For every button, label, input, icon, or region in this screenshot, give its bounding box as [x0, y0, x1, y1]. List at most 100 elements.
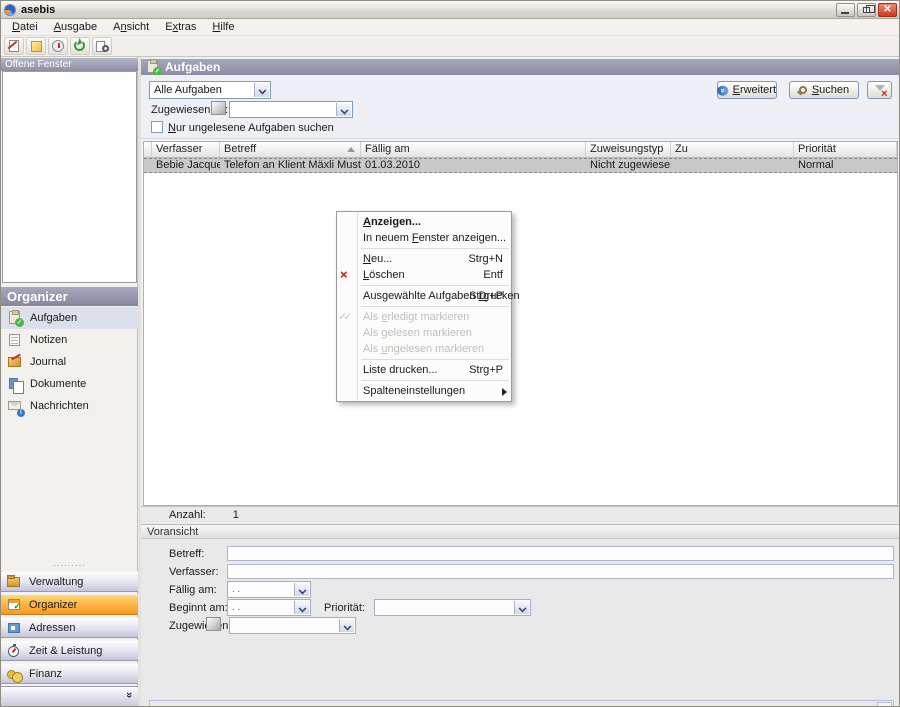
menu-anzeigen[interactable]: Anzeigen... — [337, 214, 511, 230]
faellig-am-combo[interactable]: . . — [227, 581, 311, 598]
sort-ascending-icon — [347, 147, 355, 152]
suchen-button[interactable]: Suchen — [789, 81, 859, 99]
tasks-icon: ✓ — [145, 59, 161, 75]
nav-label: Finanz — [29, 668, 62, 680]
address-card-icon — [6, 620, 22, 636]
menu-als-ungelesen: Als ungelesen markieren — [337, 341, 511, 357]
menu-datei[interactable]: Datei — [5, 20, 45, 34]
nav-zeit-leistung[interactable]: Zeit & Leistung — [1, 640, 138, 661]
minimize-icon — [841, 12, 849, 14]
menu-extras[interactable]: Extras — [158, 20, 203, 34]
submenu-arrow-icon — [502, 388, 507, 396]
menu-loeschen[interactable]: ×LöschenEntf — [337, 267, 511, 283]
calendar-icon — [6, 597, 22, 613]
sidebar: Offene Fenster Organizer ✓ Aufgaben Noti… — [1, 57, 138, 707]
sidebar-item-journal[interactable]: Journal — [1, 351, 138, 373]
assigned-to-combo[interactable] — [229, 101, 353, 118]
cell-zu — [671, 159, 794, 172]
configure-buttons-chevron-icon[interactable]: » — [123, 692, 135, 698]
new-task-button[interactable] — [4, 37, 24, 55]
zugewiesen-zu-combo[interactable] — [229, 617, 356, 634]
menu-ausgabe[interactable]: Ausgabe — [47, 20, 104, 34]
refresh-button[interactable] — [70, 37, 90, 55]
restore-button[interactable] — [857, 3, 876, 17]
menu-als-gelesen: Als gelesen markieren — [337, 325, 511, 341]
double-check-icon: ✓✓ — [338, 309, 348, 325]
betreff-field[interactable] — [227, 546, 894, 561]
faellig-am-label: Fällig am: — [169, 584, 217, 596]
unread-only-checkbox[interactable] — [151, 121, 163, 133]
print-preview-button[interactable] — [92, 37, 112, 55]
chevron-down-icon — [294, 601, 309, 614]
nav-adressen[interactable]: Adressen — [1, 617, 138, 638]
menu-separator — [361, 380, 509, 381]
coins-icon — [6, 666, 22, 682]
menu-separator — [361, 285, 509, 286]
menu-ausgewaehlte-drucken[interactable]: Ausgewählte Aufgaben DruckenStrg+P — [337, 288, 511, 304]
scroll-up-icon[interactable]: ▲ — [877, 702, 892, 707]
cell-prioritaet: Normal — [794, 159, 897, 172]
nav-label: Adressen — [29, 622, 75, 634]
result-count-strip: Anzahl: 1 — [141, 506, 899, 523]
nav-finanz[interactable]: Finanz — [1, 663, 138, 684]
sidebar-item-nachrichten[interactable]: i Nachrichten — [1, 395, 138, 417]
sidebar-resize-grip[interactable]: ········· — [1, 561, 138, 570]
messages-icon: i — [7, 398, 23, 414]
menu-spalteneinstellungen[interactable]: Spalteneinstellungen — [337, 383, 511, 399]
toolbar — [1, 36, 900, 57]
minimize-button[interactable] — [836, 3, 855, 17]
prioritaet-label: Priorität: — [324, 602, 365, 614]
menu-in-neuem-fenster[interactable]: In neuem Fenster anzeigen... — [337, 230, 511, 246]
zugewiesen-picker-button[interactable] — [206, 617, 221, 631]
sidebar-item-label: Dokumente — [30, 378, 86, 390]
sidebar-item-notizen[interactable]: Notizen — [1, 329, 138, 351]
sidebar-item-label: Nachrichten — [30, 400, 89, 412]
menu-liste-drucken[interactable]: Liste drucken...Strg+P — [337, 362, 511, 378]
task-filter-combo[interactable]: Alle Aufgaben — [149, 81, 271, 99]
sidebar-item-aufgaben[interactable]: ✓ Aufgaben — [1, 307, 138, 329]
timer-icon — [52, 40, 64, 52]
table-row[interactable]: Bebie Jacqueline Telefon an Klient Mäxli… — [144, 158, 897, 173]
nav-verwaltung[interactable]: Verwaltung — [1, 571, 138, 592]
page-title-bar: ✓ Aufgaben — [141, 59, 899, 75]
preview-header: Voransicht — [141, 524, 899, 539]
chevron-down-icon — [336, 103, 351, 116]
new-note-button[interactable] — [26, 37, 46, 55]
column-header-zu[interactable]: Zu — [671, 142, 794, 158]
menu-ansicht[interactable]: Ansicht — [106, 20, 156, 34]
close-button[interactable]: ✕ — [878, 3, 897, 17]
beginnt-am-label: Beginnt am: — [169, 602, 228, 614]
search-icon — [799, 86, 807, 94]
organizer-item-list: ✓ Aufgaben Notizen Journal Dokumente i N… — [1, 307, 138, 417]
verfasser-field[interactable] — [227, 564, 894, 579]
prioritaet-combo[interactable] — [374, 599, 531, 616]
open-windows-list — [2, 71, 137, 283]
menu-neu[interactable]: Neu...Strg+N — [337, 251, 511, 267]
context-menu: Anzeigen... In neuem Fenster anzeigen...… — [336, 211, 512, 402]
erweitert-button[interactable]: » Erweitert — [717, 81, 777, 99]
timer-button[interactable] — [48, 37, 68, 55]
tasks-table: Verfasser Betreff Fällig am Zuweisungsty… — [143, 141, 898, 506]
column-header-betreff[interactable]: Betreff — [220, 142, 361, 158]
sidebar-item-dokumente[interactable]: Dokumente — [1, 373, 138, 395]
menu-hilfe[interactable]: Hilfe — [205, 20, 241, 34]
menu-als-erledigt: ✓✓Als erledigt markieren — [337, 309, 511, 325]
window-title: asebis — [21, 4, 55, 16]
nav-organizer[interactable]: Organizer — [1, 594, 138, 615]
main-panel: ✓ Aufgaben Alle Aufgaben » Erweitert Suc… — [141, 57, 900, 707]
preview-notes-textarea[interactable]: ▲ ▼ — [149, 700, 894, 707]
column-header-faellig-am[interactable]: Fällig am — [361, 142, 586, 158]
column-header-verfasser[interactable]: Verfasser — [152, 142, 220, 158]
sidebar-item-label: Notizen — [30, 334, 67, 346]
clear-filter-button[interactable] — [867, 81, 892, 99]
column-header-prioritaet[interactable]: Priorität — [794, 142, 897, 158]
nav-label: Zeit & Leistung — [29, 645, 102, 657]
beginnt-am-combo[interactable]: . . — [227, 599, 311, 616]
suchen-label: Suchen — [812, 84, 849, 96]
column-header-zuweisungstyp[interactable]: Zuweisungstyp — [586, 142, 671, 158]
erweitert-label: Erweitert — [733, 84, 776, 96]
notes-scrollbar[interactable]: ▲ ▼ — [877, 702, 892, 707]
table-header-row: Verfasser Betreff Fällig am Zuweisungsty… — [144, 142, 897, 158]
assigned-to-picker-button[interactable] — [211, 101, 226, 115]
preview-panel: Betreff: Verfasser: Fällig am: . . Begin… — [141, 539, 899, 707]
